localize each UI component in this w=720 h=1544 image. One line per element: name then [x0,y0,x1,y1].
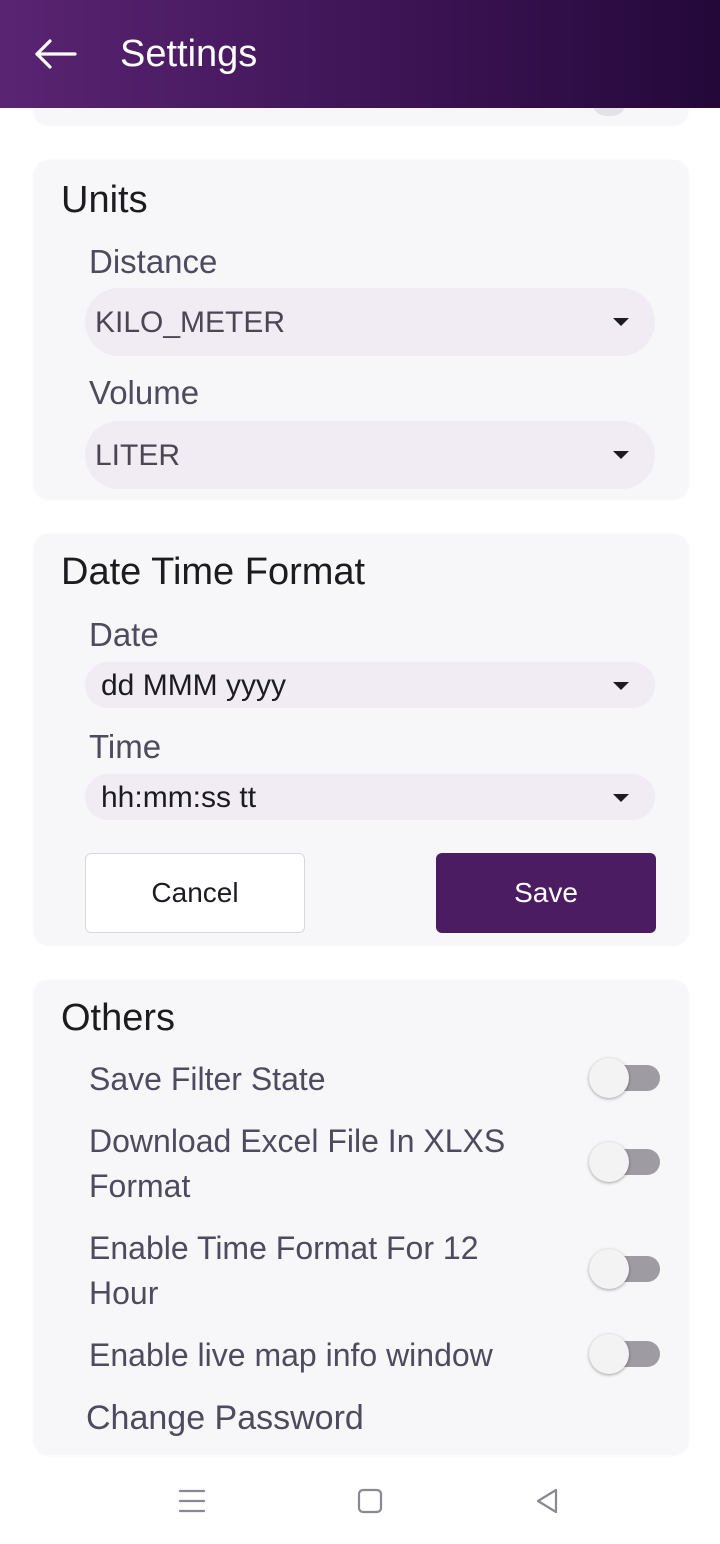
enable-live-map-info-window-toggle[interactable] [589,1334,661,1374]
recent-apps-button[interactable] [162,1476,222,1526]
volume-value: LITER [95,439,181,472]
dropdown-arrow-icon [613,318,629,326]
units-title: Units [61,179,148,221]
others-card: Others Save Filter State Download Excel … [34,980,688,1454]
date-format-value: dd MMM yyyy [101,669,287,702]
cancel-button[interactable]: Cancel [85,853,305,933]
toggle-thumb [589,1142,629,1182]
change-password-link[interactable]: Change Password [86,1397,364,1439]
dropdown-arrow-icon [613,682,629,690]
distance-value: KILO_METER [95,306,286,339]
enable-live-map-info-window-label: Enable live map info window [89,1337,493,1373]
toggle-thumb [589,1334,629,1374]
download-excel-xlxs-toggle[interactable] [589,1142,661,1182]
distance-label: Distance [89,243,218,280]
back-triangle-icon [536,1488,558,1514]
back-button[interactable] [22,24,90,84]
system-navigation-bar [0,1460,720,1544]
app-bar: Settings [0,0,720,108]
date-time-format-card: Date Time Format Date dd MMM yyyy Time h… [34,534,688,944]
download-excel-xlxs-label: Download Excel File In XLXS Format [89,1123,506,1204]
system-back-button[interactable] [517,1476,577,1526]
others-title: Others [61,997,176,1039]
home-button[interactable] [340,1476,400,1526]
volume-label: Volume [89,374,200,411]
save-filter-state-label: Save Filter State [89,1061,326,1097]
time-format-dropdown[interactable]: hh:mm:ss tt [85,774,655,820]
page-title: Settings [120,33,258,75]
units-card: Units Distance KILO_METER Volume LITER [34,160,688,498]
date-label: Date [89,616,159,653]
volume-dropdown[interactable]: LITER [85,421,655,489]
toggle-thumb [589,1058,629,1098]
enable-12-hour-time-toggle[interactable] [589,1249,661,1289]
time-label: Time [89,728,162,765]
dropdown-arrow-icon [613,451,629,459]
arrow-left-icon [35,39,77,69]
date-format-dropdown[interactable]: dd MMM yyyy [85,662,655,708]
enable-12-hour-time-label: Enable Time Format For 12 Hour [89,1230,479,1311]
date-time-format-title: Date Time Format [61,551,366,593]
toggle-thumb [589,1249,629,1289]
distance-dropdown[interactable]: KILO_METER [85,288,655,356]
home-square-icon [357,1488,383,1514]
dropdown-arrow-icon [613,794,629,802]
save-filter-state-toggle[interactable] [589,1058,661,1098]
save-button[interactable]: Save [436,853,656,933]
menu-icon [178,1489,206,1513]
time-format-value: hh:mm:ss tt [101,781,257,814]
